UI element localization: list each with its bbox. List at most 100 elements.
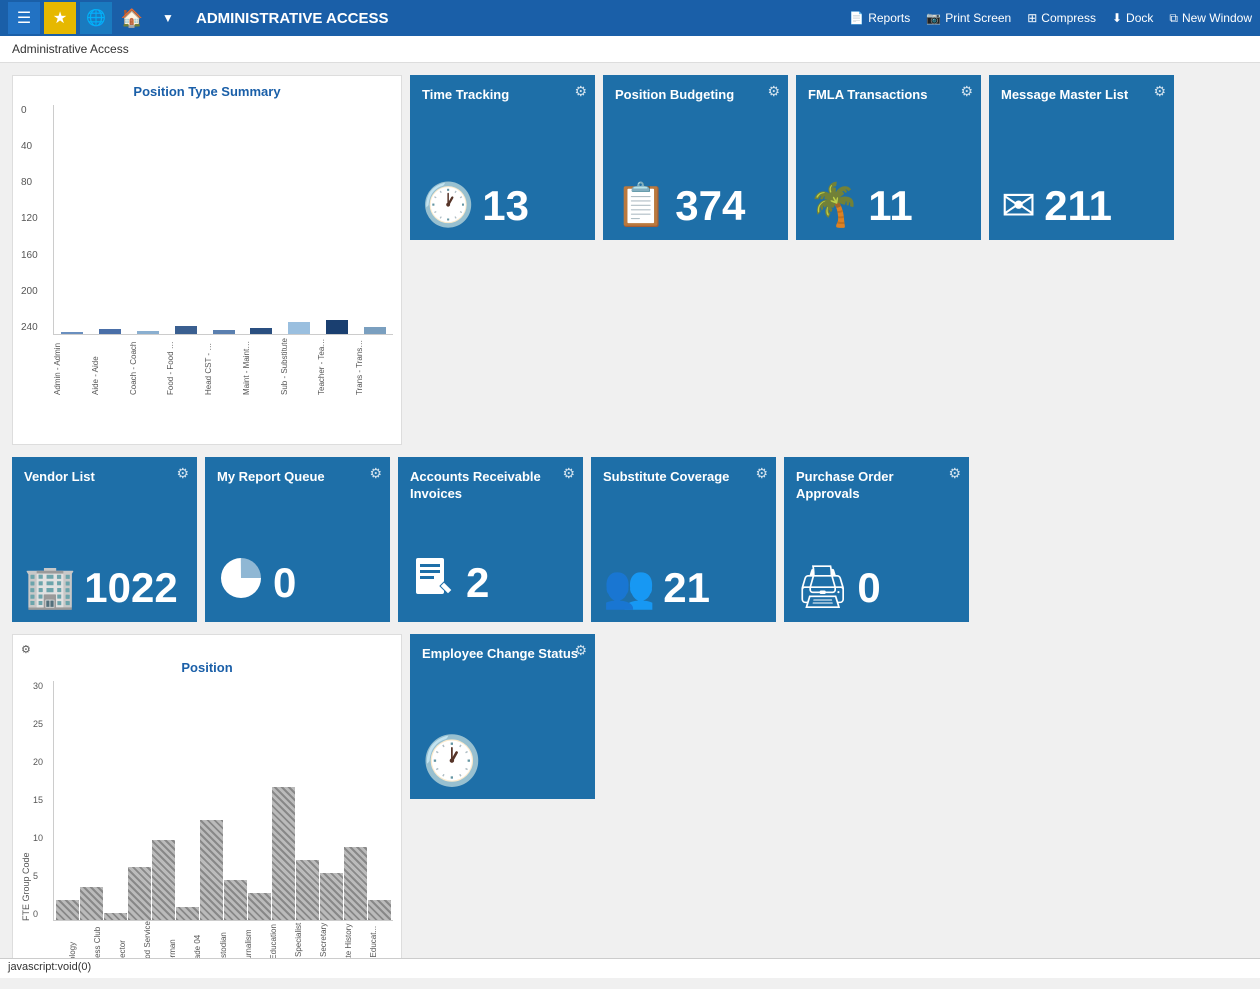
- tile-gear-icon[interactable]: ⚙: [1153, 83, 1166, 100]
- document-icon: 📋: [615, 181, 667, 230]
- envelope-icon: ✉: [1001, 181, 1036, 230]
- tile-gear-icon[interactable]: ⚙: [574, 642, 587, 659]
- tile-body: 🕐: [422, 732, 482, 789]
- tile-gear-icon[interactable]: ⚙: [767, 83, 780, 100]
- clock-icon: 🕐: [422, 732, 482, 789]
- bar-group: [54, 332, 90, 334]
- print-screen-action[interactable]: 📷 Print Screen: [926, 11, 1011, 25]
- reports-icon: 📄: [849, 11, 864, 25]
- bar: [176, 907, 199, 920]
- pie-chart-icon: [217, 554, 265, 612]
- home-button[interactable]: 🏠: [116, 2, 148, 34]
- tile-title: Position Budgeting: [615, 87, 734, 104]
- dock-action[interactable]: ⬇ Dock: [1112, 11, 1153, 25]
- chart1-title: Position Type Summary: [21, 84, 393, 99]
- bar: [296, 860, 319, 920]
- top-tiles-grid: ⚙ Time Tracking 🕐 13 ⚙ Position Budgetin…: [410, 75, 1174, 240]
- tile-gear-icon[interactable]: ⚙: [369, 465, 382, 482]
- tile-gear-icon[interactable]: ⚙: [960, 83, 973, 100]
- tile-title: Vendor List: [24, 469, 95, 486]
- bottom-row: ⚙ Position FTE Group Code 0 5 10 15 20 2…: [12, 634, 1248, 977]
- bar: [320, 873, 343, 920]
- middle-row: ⚙ Vendor List 🏢 1022 ⚙ My Report Queue 0: [12, 457, 1248, 622]
- dropdown-button[interactable]: ▼: [152, 2, 184, 34]
- chart2-gear-icon[interactable]: ⚙: [21, 643, 31, 656]
- people-icon: 👥: [603, 563, 655, 612]
- tile-employee-change-status[interactable]: ⚙ Employee Change Status 🕐: [410, 634, 595, 799]
- tile-body: 🌴 11: [808, 181, 913, 230]
- globe-button[interactable]: 🌐: [80, 2, 112, 34]
- tile-body: 📋 374: [615, 181, 745, 230]
- topbar-left: ☰ ★ 🌐 🏠 ▼: [8, 2, 184, 34]
- tile-body: 🕐 13: [422, 181, 529, 230]
- favorites-button[interactable]: ★: [44, 2, 76, 34]
- main-content: Position Type Summary 240 200 160 120 80…: [0, 63, 1260, 989]
- bar-group: [130, 331, 166, 334]
- bar: [152, 840, 175, 920]
- tile-gear-icon[interactable]: ⚙: [574, 83, 587, 100]
- chart2-title: Position: [21, 660, 393, 675]
- tile-body: 0: [217, 554, 296, 612]
- tile-body: 🏢 1022: [24, 563, 178, 612]
- tile-title: Substitute Coverage: [603, 469, 729, 486]
- bar: [128, 867, 151, 920]
- bar-group: [243, 328, 279, 334]
- chart2-container: FTE Group Code 0 5 10 15 20 25 30: [21, 681, 393, 921]
- dock-icon: ⬇: [1112, 11, 1122, 25]
- reports-label: Reports: [868, 11, 910, 25]
- tile-count: 0: [857, 564, 880, 612]
- print-label: Print Screen: [945, 11, 1011, 25]
- chart2-y-axis-label: FTE Group Code: [21, 681, 31, 921]
- tile-gear-icon[interactable]: ⚙: [755, 465, 768, 482]
- menu-button[interactable]: ☰: [8, 2, 40, 34]
- bar-group: [281, 322, 317, 334]
- tile-count: 374: [675, 182, 745, 230]
- tile-title: Purchase Order Approvals: [796, 469, 957, 503]
- tile-accounts-receivable[interactable]: ⚙ Accounts Receivable Invoices 2: [398, 457, 583, 622]
- bar: [56, 900, 79, 920]
- compress-action[interactable]: ⊞ Compress: [1027, 11, 1096, 25]
- tile-title: Time Tracking: [422, 87, 509, 104]
- tile-count: 21: [663, 564, 710, 612]
- bar: [224, 880, 247, 920]
- bar-group: [206, 330, 242, 334]
- tile-substitute-coverage[interactable]: ⚙ Substitute Coverage 👥 21: [591, 457, 776, 622]
- bar: [272, 787, 295, 920]
- tile-gear-icon[interactable]: ⚙: [176, 465, 189, 482]
- tile-fmla-transactions[interactable]: ⚙ FMLA Transactions 🌴 11: [796, 75, 981, 240]
- bar-group: [168, 326, 204, 334]
- tile-time-tracking[interactable]: ⚙ Time Tracking 🕐 13: [410, 75, 595, 240]
- chart2-y-labels: 0 5 10 15 20 25 30: [33, 681, 53, 921]
- tile-my-report-queue[interactable]: ⚙ My Report Queue 0: [205, 457, 390, 622]
- tile-gear-icon[interactable]: ⚙: [562, 465, 575, 482]
- tile-body: 👥 21: [603, 563, 710, 612]
- tile-position-budgeting[interactable]: ⚙ Position Budgeting 📋 374: [603, 75, 788, 240]
- compress-icon: ⊞: [1027, 11, 1037, 25]
- reports-action[interactable]: 📄 Reports: [849, 11, 910, 25]
- new-window-label: New Window: [1182, 11, 1252, 25]
- bar-group: [92, 329, 128, 334]
- bar: [200, 820, 223, 920]
- clock-icon: 🕐: [422, 181, 474, 230]
- bar-group: [357, 327, 393, 334]
- print-icon: 📷: [926, 11, 941, 25]
- bar: [344, 847, 367, 920]
- invoice-icon: [410, 554, 458, 612]
- new-window-action[interactable]: ⧉ New Window: [1169, 11, 1252, 26]
- bar: [104, 913, 127, 920]
- tile-message-master-list[interactable]: ⚙ Message Master List ✉ 211: [989, 75, 1174, 240]
- tile-title: Message Master List: [1001, 87, 1128, 104]
- bar: [248, 893, 271, 920]
- tile-body: ✉ 211: [1001, 181, 1112, 230]
- topbar-right: 📄 Reports 📷 Print Screen ⊞ Compress ⬇ Do…: [849, 11, 1252, 26]
- tile-body: 2: [410, 554, 489, 612]
- tile-purchase-order-approvals[interactable]: ⚙ Purchase Order Approvals 🖨 0: [784, 457, 969, 622]
- tile-count: 0: [273, 559, 296, 607]
- statusbar: javascript:void(0): [0, 958, 1260, 978]
- top-row: Position Type Summary 240 200 160 120 80…: [12, 75, 1248, 445]
- bar-group: [319, 320, 355, 334]
- register-icon: 🖨: [796, 563, 849, 612]
- topbar-title: ADMINISTRATIVE ACCESS: [184, 10, 849, 27]
- tile-gear-icon[interactable]: ⚙: [948, 465, 961, 482]
- tile-vendor-list[interactable]: ⚙ Vendor List 🏢 1022: [12, 457, 197, 622]
